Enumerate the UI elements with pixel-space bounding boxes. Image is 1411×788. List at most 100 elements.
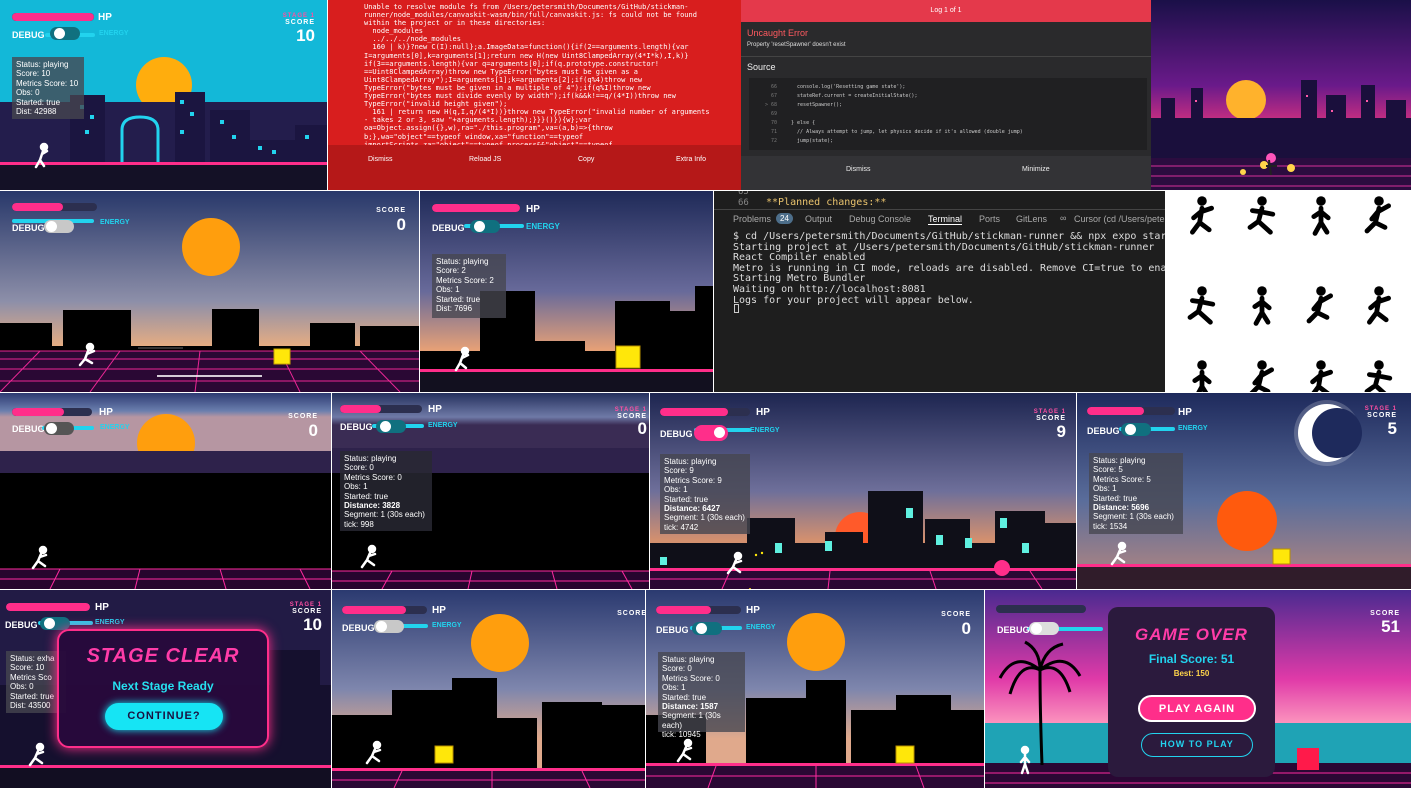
debug-label: DEBUG xyxy=(342,623,375,633)
debug-score: Score: 9 xyxy=(664,466,694,476)
stickman-sprite xyxy=(1249,360,1275,392)
debug-dist: Dist: 7696 xyxy=(436,304,473,314)
debug-toggle[interactable] xyxy=(376,420,406,433)
debug-distance: Distance: 1587 xyxy=(662,702,719,712)
debug-obs: Obs: 1 xyxy=(436,285,460,295)
how-to-play-button[interactable]: HOW TO PLAY xyxy=(1141,733,1253,757)
debug-toggle[interactable] xyxy=(44,422,74,435)
debug-started: Started: true xyxy=(10,691,55,701)
tab-output[interactable]: Output xyxy=(805,214,832,224)
synthwave-artwork xyxy=(1151,0,1411,190)
continue-button[interactable]: CONTINUE? xyxy=(105,703,223,730)
code-line-number: > 68 xyxy=(764,102,777,108)
game-over-title: GAME OVER xyxy=(1135,625,1248,644)
debug-label: DEBUG xyxy=(12,424,45,434)
energy-label: ENERGY xyxy=(432,622,462,629)
tile-divider xyxy=(0,589,1411,590)
debug-toggle[interactable] xyxy=(1029,622,1059,635)
reload-js-button[interactable]: Reload JS xyxy=(469,156,501,163)
hp-label: HP xyxy=(428,404,442,415)
log-box: Log 1 of 1 Uncaught Error Property 'rese… xyxy=(741,0,1151,190)
dismiss-button[interactable]: Dismiss xyxy=(368,156,393,163)
debug-toggle[interactable] xyxy=(692,622,722,635)
game-screenshot-debug-distance: HP DEBUG ENERGY STAGE 1 SCORE 0 Status: … xyxy=(332,393,649,589)
energy-label: ENERGY xyxy=(428,422,458,429)
debug-toggle[interactable] xyxy=(1121,423,1151,436)
code-line: 66 console.log('Resetting game state'); xyxy=(755,83,1023,92)
terminal-line: Logs for your project will appear below. xyxy=(733,294,974,306)
log-dismiss-button[interactable]: Dismiss xyxy=(846,166,871,173)
error-line: Uint8ClampedArray");I=arguments[1];k=arg… xyxy=(364,75,643,84)
hp-bar xyxy=(12,408,92,416)
obstacle-block xyxy=(273,348,291,365)
code-line-text: resetSpawner(); xyxy=(785,102,843,108)
score-value: 0 xyxy=(637,419,647,438)
debug-status: Status: playing xyxy=(1093,456,1146,465)
code-line: 67 stateRef.current = createInitialState… xyxy=(755,92,1023,101)
error-line: ../../../node_modules xyxy=(364,35,461,44)
debug-panel: Status: playing Score: 5 Metrics Score: … xyxy=(1089,453,1183,534)
tab-problems[interactable]: Problems xyxy=(733,214,771,224)
debug-status: Status: playing xyxy=(344,454,397,463)
code-line-text: stateRef.current = createInitialState(); xyxy=(785,93,918,99)
stickman-sprite xyxy=(1189,196,1215,235)
debug-obs: Obs: 1 xyxy=(664,485,688,495)
debug-status: Status: exha xyxy=(10,654,55,663)
play-again-button[interactable]: PLAY AGAIN xyxy=(1138,695,1256,722)
debug-toggle[interactable] xyxy=(374,620,404,633)
energy-label: ENERGY xyxy=(100,219,130,226)
tab-gitlens[interactable]: GitLens xyxy=(1016,214,1047,224)
energy-label: ENERGY xyxy=(99,30,129,37)
hp-bar xyxy=(656,606,741,614)
debug-metrics: Metrics Sco xyxy=(10,672,52,682)
extra-info-button[interactable]: Extra Info xyxy=(676,156,706,163)
tile-divider xyxy=(0,190,1411,191)
hp-label: HP xyxy=(98,12,112,23)
code-line: 69 xyxy=(755,110,1023,119)
code-line-number: 67 xyxy=(770,93,777,99)
log-minimize-button[interactable]: Minimize xyxy=(1022,166,1050,173)
stickman-sprite xyxy=(1311,196,1331,236)
tile-divider xyxy=(0,392,1411,393)
debug-label: DEBUG xyxy=(12,223,45,233)
game-screenshot-sunset: DEBUG ENERGY SCORE 0 xyxy=(0,191,419,392)
debug-label: DEBUG xyxy=(5,620,38,630)
score-label: SCORE xyxy=(1370,610,1400,617)
uncaught-error-title: Uncaught Error xyxy=(747,28,809,38)
debug-started: Started: true xyxy=(662,692,707,702)
hp-label: HP xyxy=(432,605,446,616)
debug-label: DEBUG xyxy=(432,223,465,233)
score-label: SCORE xyxy=(1367,412,1397,419)
game-screenshot-stage-clear: HP DEBUG ENERGY STAGE 1 SCORE 10 Status:… xyxy=(0,590,331,788)
tab-cursor-shell[interactable]: Cursor (cd /Users/peter xyxy=(1074,214,1165,224)
link-icon: ∞ xyxy=(1060,213,1067,223)
debug-toggle[interactable] xyxy=(44,220,74,233)
tab-ports[interactable]: Ports xyxy=(979,214,1000,224)
code-line-text: } else { xyxy=(785,120,816,126)
debug-toggle[interactable] xyxy=(50,27,80,40)
debug-toggle[interactable] xyxy=(694,425,728,441)
copy-button[interactable]: Copy xyxy=(578,156,594,163)
terminal-output[interactable]: $ cd /Users/petersmith/Documents/GitHub/… xyxy=(733,231,1165,306)
game-screenshot-game-over: DEBUG SCORE 51 GAME OVER Final Score: 51… xyxy=(985,590,1411,788)
code-line: 70 } else { xyxy=(755,119,1023,128)
debug-status: Status: playing xyxy=(436,257,489,266)
tab-terminal[interactable]: Terminal xyxy=(928,214,963,225)
debug-toggle[interactable] xyxy=(470,220,500,233)
debug-dist: Dist: 42988 xyxy=(16,107,57,117)
error-line: runner/node_modules/canvaskit-wasm/bin/f… xyxy=(364,11,697,20)
obstacle-block xyxy=(615,345,641,369)
debug-metrics: Metrics Score: 2 xyxy=(436,275,494,285)
score-value: 51 xyxy=(1381,617,1400,636)
debug-obs: Obs: 1 xyxy=(662,683,686,693)
code-line-number: 70 xyxy=(770,120,777,126)
debug-started: Started: true xyxy=(344,491,389,501)
energy-label: ENERGY xyxy=(1178,425,1208,432)
hp-label: HP xyxy=(526,204,540,215)
tab-debug-console[interactable]: Debug Console xyxy=(849,214,911,224)
debug-toggle[interactable] xyxy=(40,617,70,630)
error-line: - takes 2 or 3, saw "+arguments.length);… xyxy=(364,116,592,125)
error-line: 160 | k)}?new C(I):null};a.ImageData=fun… xyxy=(364,43,689,52)
debug-status: Status: playing xyxy=(16,60,69,69)
debug-panel: Status: playing Score: 0 Metrics Score: … xyxy=(340,451,432,531)
